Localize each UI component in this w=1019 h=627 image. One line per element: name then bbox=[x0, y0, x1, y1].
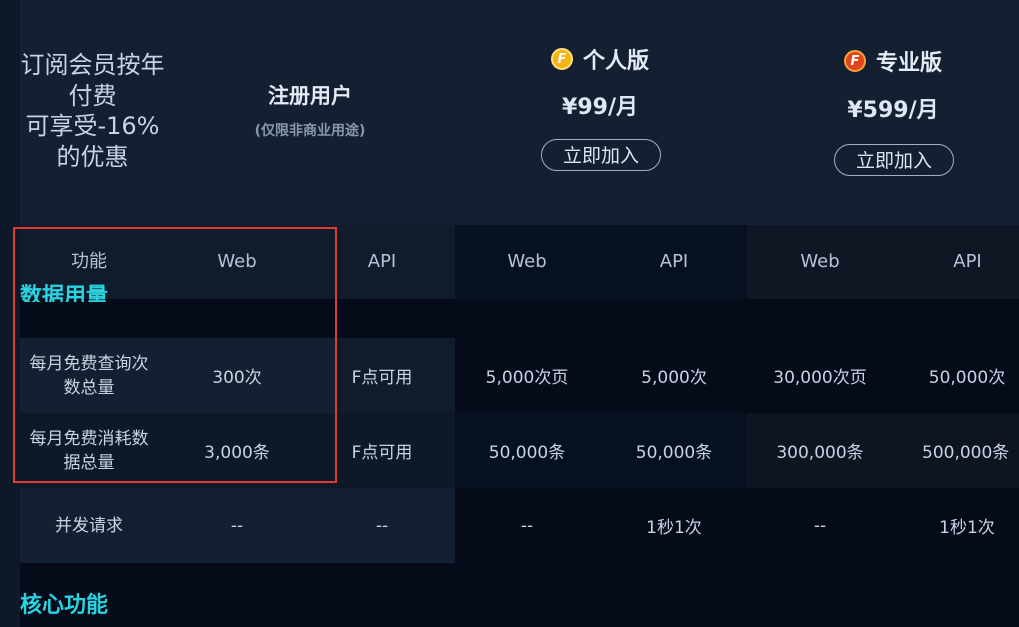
cell-personal-api: 1秒1次 bbox=[646, 518, 702, 538]
col-header-free-api: API bbox=[367, 251, 397, 272]
annual-discount-promo: 订阅会员按年 付费 可享受-16% 的优惠 bbox=[20, 50, 165, 172]
col-header-free-web: Web bbox=[217, 251, 257, 272]
plan-pro-title: 专业版 bbox=[875, 51, 942, 76]
plan-pro-price: ¥599/月 bbox=[847, 98, 939, 123]
cell-personal-web: 5,000次页 bbox=[485, 368, 569, 388]
section-title-data-usage: 数据用量 bbox=[20, 284, 109, 302]
cell-pro-web: 300,000条 bbox=[776, 443, 864, 463]
promo-line: 订阅会员按年 bbox=[20, 51, 165, 79]
section-title-core-features: 核心功能 bbox=[20, 593, 109, 618]
promo-line: 的优惠 bbox=[56, 142, 129, 171]
row-label-line: 每月免费查询次 bbox=[29, 353, 149, 374]
promo-line: 可享受-16% bbox=[25, 112, 160, 140]
cell-personal-api: 5,000次 bbox=[641, 368, 707, 388]
cell-personal-api: 50,000条 bbox=[635, 443, 713, 463]
f-coin-gold-icon: F bbox=[550, 48, 573, 70]
cell-pro-api: 1秒1次 bbox=[939, 518, 995, 538]
col-header-personal-web: Web bbox=[507, 251, 547, 272]
cell-personal-web: 50,000条 bbox=[488, 443, 566, 463]
cell-pro-web: -- bbox=[813, 515, 827, 536]
row-label-line: 每月免费消耗数 bbox=[29, 428, 149, 449]
join-personal-button[interactable]: 立即加入 bbox=[541, 139, 661, 171]
cell-pro-web: 30,000次页 bbox=[773, 368, 867, 388]
promo-line: 付费 bbox=[68, 81, 117, 110]
cell-pro-api: 500,000条 bbox=[922, 443, 1010, 463]
cell-free-web: 300次 bbox=[212, 368, 262, 388]
join-pro-button[interactable]: 立即加入 bbox=[834, 144, 954, 176]
col-header-pro-api: API bbox=[953, 251, 982, 272]
cell-free-api: F点可用 bbox=[351, 443, 413, 463]
left-edge-strip bbox=[0, 0, 20, 627]
cell-pro-api: 50,000次 bbox=[928, 368, 1006, 388]
plan-free-note: (仅限非商业用途) bbox=[254, 123, 366, 139]
row-label-monthly-queries: 每月免费查询次 数总量 bbox=[20, 338, 158, 413]
cell-personal-web: -- bbox=[520, 515, 534, 536]
cell-free-api: -- bbox=[375, 515, 389, 536]
row-label-line: 数总量 bbox=[63, 377, 115, 398]
cell-free-web: 3,000条 bbox=[204, 443, 270, 463]
plan-personal-price: ¥99/月 bbox=[562, 95, 638, 120]
row-label-monthly-data: 每月免费消耗数 据总量 bbox=[20, 413, 158, 488]
col-header-pro-web: Web bbox=[800, 251, 840, 272]
plan-personal-title: 个人版 bbox=[582, 49, 649, 74]
plan-pro-title-row: F 专业版 bbox=[823, 45, 963, 77]
col-header-personal-api: API bbox=[659, 251, 689, 272]
plan-personal-title-row: F 个人版 bbox=[530, 43, 670, 75]
f-coin-red-icon: F bbox=[843, 50, 866, 72]
row-label-concurrency: 并发请求 bbox=[55, 515, 123, 536]
cell-free-api: F点可用 bbox=[351, 368, 413, 388]
row-label-line: 据总量 bbox=[63, 452, 115, 473]
cell-free-web: -- bbox=[230, 515, 244, 536]
plan-free-title: 注册用户 bbox=[268, 84, 352, 108]
